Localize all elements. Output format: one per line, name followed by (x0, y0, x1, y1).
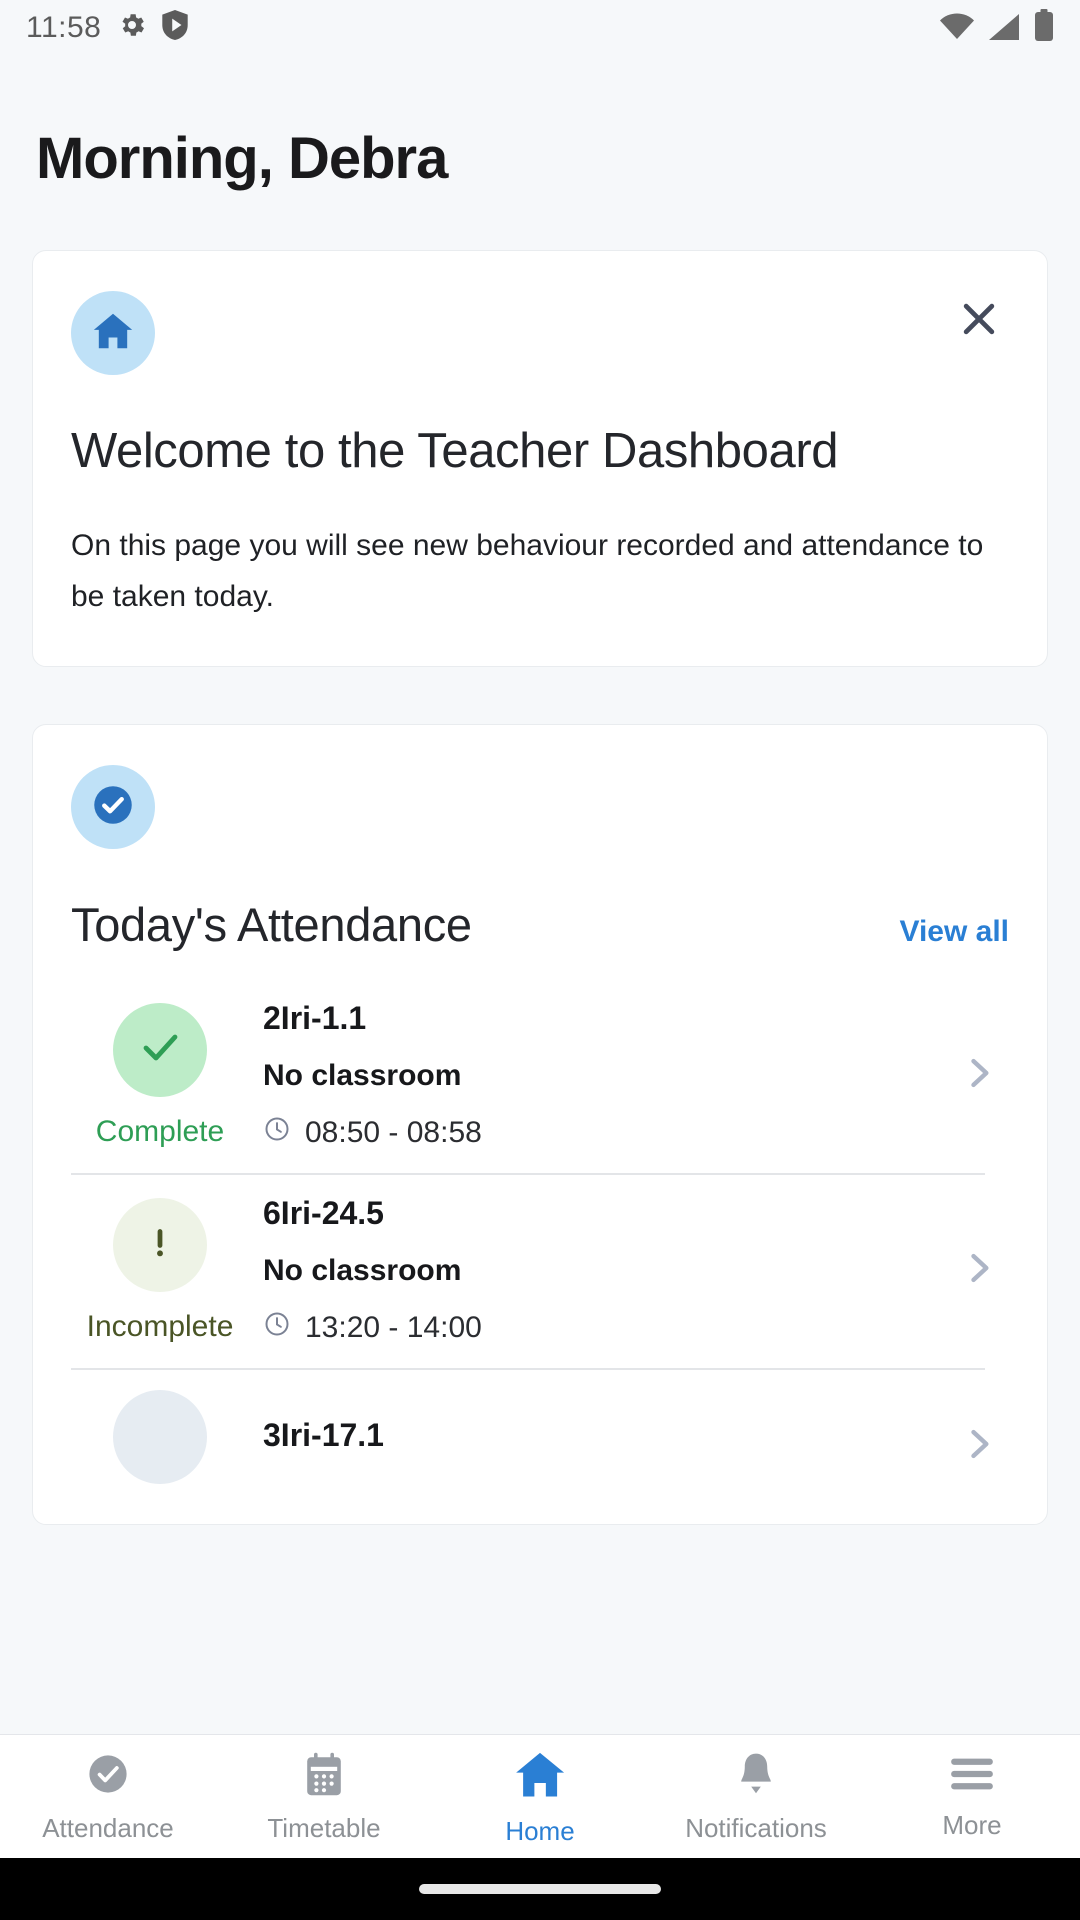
welcome-card-home-badge (71, 291, 155, 375)
nav-item-home[interactable]: Home (432, 1747, 648, 1847)
status-label: Incomplete (86, 1309, 234, 1343)
attendance-card-header: Today's Attendance View all (71, 897, 1009, 952)
class-name: 6Iri-24.5 (263, 1195, 384, 1232)
attendance-list: Complete 2Iri-1.1 No classroom 08:50 - 0… (33, 978, 1047, 1524)
bell-icon (732, 1750, 780, 1803)
chevron-right-icon (957, 1051, 1001, 1100)
wifi-icon (940, 13, 974, 46)
attendance-row-chevron[interactable] (949, 1246, 1009, 1295)
attendance-row-info: 3Iri-17.1 (249, 1417, 949, 1476)
status-badge (113, 1390, 207, 1485)
view-all-link[interactable]: View all (899, 915, 1009, 949)
nav-label: More (942, 1809, 1002, 1840)
attendance-card-title: Today's Attendance (71, 898, 472, 952)
attendance-row-status (71, 1390, 249, 1502)
attendance-row-info: 6Iri-24.5 No classroom 13:20 - 14:00 (249, 1195, 949, 1346)
welcome-card-title: Welcome to the Teacher Dashboard (71, 424, 839, 478)
status-bar-notification-icons (117, 10, 189, 45)
clock-icon (263, 1115, 291, 1151)
attendance-row-status: Incomplete (71, 1197, 249, 1344)
attendance-card-check-badge (71, 765, 155, 850)
attendance-row[interactable]: 3Iri-17.1 (33, 1368, 1047, 1524)
attendance-row[interactable]: Incomplete 6Iri-24.5 No classroom 13:20 … (33, 1173, 1047, 1368)
attendance-row[interactable]: Complete 2Iri-1.1 No classroom 08:50 - 0… (33, 978, 1047, 1173)
classroom-label: No classroom (263, 1059, 462, 1093)
nav-label: Attendance (42, 1812, 174, 1843)
lesson-time: 08:50 - 08:58 (263, 1115, 949, 1151)
attendance-row-status: Complete (71, 1002, 249, 1149)
phone-screen: 11:58 Morning, Debra Welcome to the Teac… (0, 0, 1080, 1920)
nav-label: Home (505, 1815, 575, 1846)
check-icon (136, 1023, 184, 1076)
status-badge (113, 1002, 207, 1097)
nav-label: Notifications (685, 1812, 827, 1843)
bottom-navigation-bar: Attendance Timetable Home Notifications … (0, 1734, 1080, 1858)
chevron-right-icon (957, 1422, 1001, 1471)
clock-icon (263, 1310, 291, 1346)
gesture-handle[interactable] (419, 1884, 661, 1894)
page-title: Morning, Debra (36, 126, 448, 191)
nav-item-timetable[interactable]: Timetable (216, 1750, 432, 1844)
shield-play-icon (161, 10, 189, 45)
status-bar-system-icons (940, 9, 1054, 46)
attendance-row-info: 2Iri-1.1 No classroom 08:50 - 08:58 (249, 1000, 949, 1151)
check-circle-icon (88, 780, 138, 835)
welcome-card: Welcome to the Teacher Dashboard On this… (32, 250, 1048, 668)
class-name: 3Iri-17.1 (263, 1416, 384, 1453)
lesson-time: 13:20 - 14:00 (263, 1310, 949, 1346)
welcome-card-body: On this page you will see new behaviour … (71, 529, 984, 614)
nav-item-more[interactable]: More (864, 1753, 1080, 1841)
chevron-right-icon (957, 1246, 1001, 1295)
attendance-row-chevron[interactable] (949, 1051, 1009, 1100)
calendar-icon (300, 1750, 348, 1803)
home-icon (90, 308, 136, 359)
gear-icon (117, 10, 147, 45)
status-bar-clock: 11:58 (26, 10, 102, 44)
hamburger-icon (947, 1753, 997, 1800)
system-gesture-bar (0, 1858, 1080, 1920)
attendance-row-chevron[interactable] (949, 1422, 1009, 1471)
lesson-time-text: 08:50 - 08:58 (305, 1116, 482, 1150)
close-icon (957, 297, 1001, 346)
class-name: 2Iri-1.1 (263, 1000, 367, 1037)
exclamation-icon (138, 1220, 182, 1269)
home-icon (513, 1747, 567, 1806)
nav-item-attendance[interactable]: Attendance (0, 1750, 216, 1844)
nav-item-notifications[interactable]: Notifications (648, 1750, 864, 1844)
attendance-card: Today's Attendance View all Complete 2Ir… (32, 724, 1048, 1526)
status-label: Complete (95, 1114, 225, 1148)
battery-icon (1034, 9, 1054, 46)
cellular-signal-icon (988, 13, 1020, 46)
status-bar: 11:58 (0, 0, 1080, 55)
welcome-card-close-button[interactable] (951, 293, 1007, 349)
classroom-label: No classroom (263, 1254, 462, 1288)
page-content: Morning, Debra Welcome to the Teacher Da… (0, 55, 1080, 1734)
check-circle-icon (84, 1750, 132, 1803)
lesson-time-text: 13:20 - 14:00 (305, 1311, 482, 1345)
status-badge (113, 1197, 207, 1292)
nav-label: Timetable (267, 1812, 381, 1843)
